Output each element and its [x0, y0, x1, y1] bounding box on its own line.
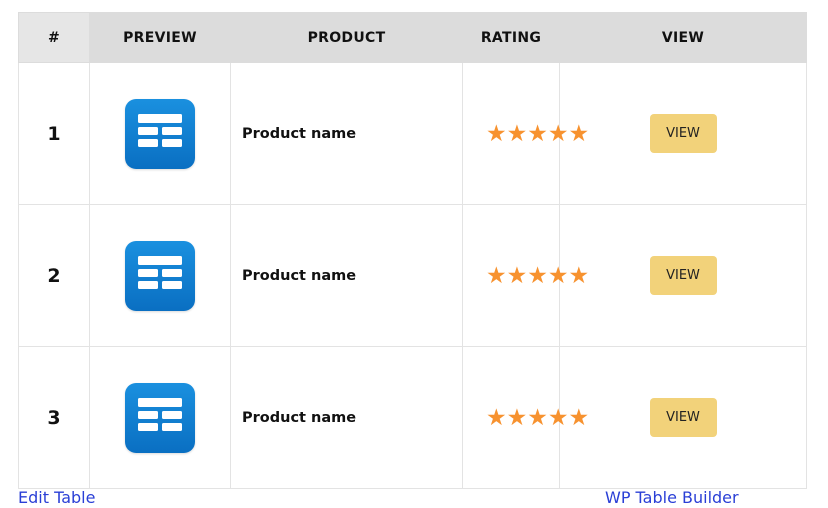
footer-links: Edit Table WP Table Builder [0, 488, 828, 508]
view-cell: VIEW [559, 62, 807, 205]
rating-cell: ★★★★★ [462, 346, 590, 489]
product-name: Product name [242, 409, 357, 426]
product-name: Product name [242, 125, 357, 142]
column-header-product: PRODUCT [230, 12, 463, 63]
column-header-preview: PREVIEW [89, 12, 231, 63]
product-cell: Product name [230, 204, 463, 347]
star-rating: ★★★★★ [486, 262, 590, 289]
table-row: 3 Product name ★★★★★ VIEW [18, 346, 807, 489]
preview-cell [89, 204, 231, 347]
preview-cell [89, 62, 231, 205]
column-header-view: VIEW [559, 12, 807, 63]
table-icon [125, 240, 195, 311]
view-cell: VIEW [559, 346, 807, 489]
table-icon [125, 382, 195, 453]
rating-cell: ★★★★★ [462, 62, 590, 205]
edit-table-link[interactable]: Edit Table [18, 488, 95, 507]
view-button[interactable]: VIEW [649, 114, 717, 153]
row-number-cell: 2 [18, 204, 90, 347]
column-header-rating: RATING [462, 12, 560, 63]
product-name: Product name [242, 267, 357, 284]
row-number: 2 [47, 264, 61, 287]
product-table: # PREVIEW PRODUCT RATING VIEW 1 Product … [18, 12, 807, 489]
column-header-number: # [18, 12, 90, 63]
credit-link[interactable]: WP Table Builder [605, 488, 739, 507]
row-number-cell: 3 [18, 346, 90, 489]
row-number: 3 [47, 406, 61, 429]
table-header-row: # PREVIEW PRODUCT RATING VIEW [18, 12, 807, 63]
view-button[interactable]: VIEW [649, 398, 717, 437]
view-button[interactable]: VIEW [649, 256, 717, 295]
preview-cell [89, 346, 231, 489]
star-rating: ★★★★★ [486, 404, 590, 431]
table-icon [125, 98, 195, 169]
product-cell: Product name [230, 346, 463, 489]
row-number: 1 [47, 122, 61, 145]
table-row: 1 Product name ★★★★★ VIEW [18, 62, 807, 205]
star-rating: ★★★★★ [486, 120, 590, 147]
row-number-cell: 1 [18, 62, 90, 205]
table-row: 2 Product name ★★★★★ VIEW [18, 204, 807, 347]
product-cell: Product name [230, 62, 463, 205]
rating-cell: ★★★★★ [462, 204, 590, 347]
view-cell: VIEW [559, 204, 807, 347]
